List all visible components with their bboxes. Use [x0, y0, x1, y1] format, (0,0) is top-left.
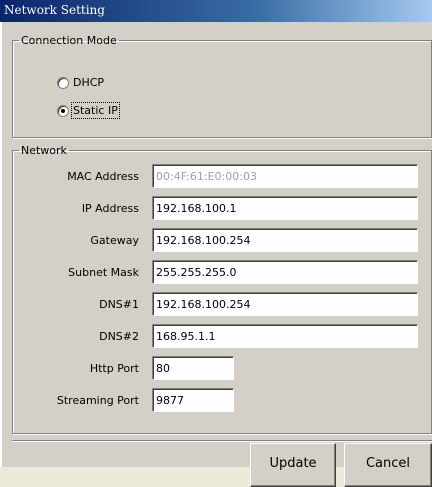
network-group: Network MAC Address 00:4F:61:E0:00:03 IP… — [12, 144, 432, 434]
cancel-button[interactable]: Cancel — [344, 443, 432, 487]
streaming-port-label: Streaming Port — [56, 394, 139, 407]
ip-address-label: IP Address — [81, 202, 139, 215]
mac-address-label: MAC Address — [67, 170, 139, 183]
title-bar[interactable]: Network Setting — [0, 0, 432, 22]
window-title: Network Setting — [4, 3, 105, 17]
static-ip-radio[interactable]: Static IP — [57, 102, 157, 119]
connection-mode-legend: Connection Mode — [21, 34, 117, 47]
network-legend: Network — [21, 144, 67, 157]
dns1-label: DNS#1 — [99, 298, 139, 311]
update-button[interactable]: Update — [250, 443, 336, 487]
radio-circle-icon — [57, 77, 69, 89]
radio-checked-icon — [57, 105, 69, 117]
gateway-field[interactable]: 192.168.100.254 — [152, 228, 418, 252]
network-setting-dialog: Connection Mode DHCP Static IP Network M… — [0, 22, 432, 487]
http-port-field[interactable]: 80 — [152, 356, 234, 380]
mac-address-field: 00:4F:61:E0:00:03 — [152, 164, 418, 188]
dhcp-radio-label: DHCP — [73, 76, 105, 89]
connection-mode-group: Connection Mode DHCP Static IP — [12, 34, 432, 138]
gateway-label: Gateway — [90, 234, 139, 247]
dhcp-radio[interactable]: DHCP — [57, 76, 137, 91]
streaming-port-field[interactable]: 9877 — [152, 388, 234, 412]
radio-dot-icon — [61, 109, 65, 113]
static-ip-radio-label: Static IP — [71, 102, 120, 119]
dns2-label: DNS#2 — [99, 330, 139, 343]
ip-address-field[interactable]: 192.168.100.1 — [152, 196, 418, 220]
http-port-label: Http Port — [89, 362, 139, 375]
subnet-mask-field[interactable]: 255.255.255.0 — [152, 260, 418, 284]
footer-divider — [12, 440, 432, 442]
dns1-field[interactable]: 192.168.100.254 — [152, 292, 418, 316]
dns2-field[interactable]: 168.95.1.1 — [152, 324, 418, 348]
subnet-mask-label: Subnet Mask — [68, 266, 139, 279]
